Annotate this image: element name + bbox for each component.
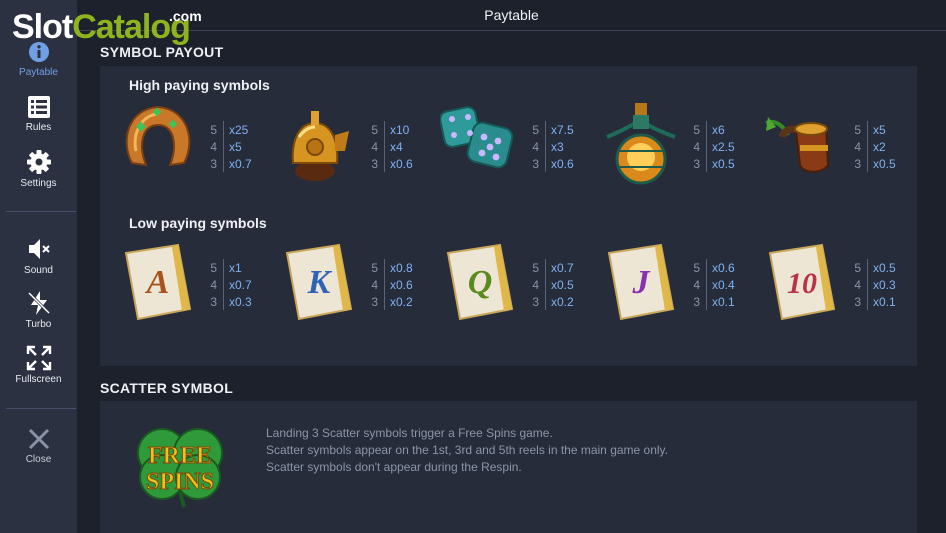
symbol-scroll-10: 10 5 x0.5 4 x0.3 3 x0.1 bbox=[744, 239, 904, 329]
sidebar-divider bbox=[6, 408, 76, 409]
gear-icon bbox=[26, 150, 51, 174]
symbol-scroll-q: Q 5 x0.7 4 x0.5 3 x0.2 bbox=[422, 239, 582, 329]
scatter-line: Scatter symbols appear on the 1st, 3rd a… bbox=[266, 443, 668, 457]
golden-helmet-icon bbox=[291, 111, 349, 181]
header: Paytable bbox=[77, 0, 946, 31]
svg-text:10: 10 bbox=[787, 267, 817, 300]
high-paying-title: High paying symbols bbox=[129, 77, 270, 93]
svg-text:J: J bbox=[632, 264, 651, 301]
scatter-line: Scatter symbols don't appear during the … bbox=[266, 460, 522, 474]
paytable-values: 5 x0.6 4 x0.4 3 x0.1 bbox=[693, 259, 735, 310]
scatter-description: Landing 3 Scatter symbols trigger a Free… bbox=[266, 425, 668, 476]
symbol-dice: 5 x7.5 4 x3 3 x0.6 bbox=[422, 101, 582, 191]
scroll-10-icon: 10 bbox=[768, 243, 836, 321]
scroll-a-icon: A bbox=[124, 243, 192, 321]
dice-icon bbox=[440, 106, 514, 169]
slotcatalog-watermark: SlotCatalog .com bbox=[12, 8, 202, 46]
svg-text:Q: Q bbox=[468, 264, 493, 301]
free-spins-clover-icon: FREE SPINS bbox=[137, 428, 223, 508]
sidebar-item-label: Settings bbox=[20, 178, 57, 189]
watermark-com: .com bbox=[169, 8, 202, 24]
paytable-values: 5 x6 4 x2.5 3 x0.5 bbox=[693, 121, 735, 172]
paytable-values: 5 x5 4 x2 3 x0.5 bbox=[854, 121, 896, 172]
sidebar-item-close[interactable]: Close bbox=[0, 427, 77, 465]
paytable-values: 5 x0.7 4 x0.5 3 x0.2 bbox=[532, 259, 574, 310]
svg-text:SPINS: SPINS bbox=[146, 469, 214, 495]
sidebar-item-label: Fullscreen bbox=[15, 374, 62, 385]
scroll-q-icon: Q bbox=[446, 243, 514, 321]
svg-text:A: A bbox=[145, 264, 170, 301]
symbol-horseshoe: 5 x25 4 x5 3 x0.7 bbox=[100, 101, 260, 191]
symbol-golden-helmet: 5 x10 4 x4 3 x0.6 bbox=[261, 101, 421, 191]
sidebar-item-turbo[interactable]: Turbo bbox=[0, 290, 77, 330]
scroll-k-icon: K bbox=[285, 243, 353, 321]
sidebar-item-sound[interactable]: Sound bbox=[0, 236, 77, 276]
symbol-scroll-j: J 5 x0.6 4 x0.4 3 x0.1 bbox=[583, 239, 743, 329]
svg-text:K: K bbox=[307, 264, 333, 301]
sidebar: Paytable Rules Settings Sound Turbo Full… bbox=[0, 0, 77, 533]
scatter-symbol-title: SCATTER SYMBOL bbox=[100, 380, 234, 396]
page-title: Paytable bbox=[484, 7, 539, 23]
sidebar-item-label: Turbo bbox=[25, 319, 52, 330]
paytable-values: 5 x10 4 x4 3 x0.6 bbox=[371, 121, 413, 172]
low-paying-title: Low paying symbols bbox=[129, 215, 267, 231]
sidebar-item-label: Rules bbox=[25, 122, 52, 133]
lightning-icon bbox=[27, 291, 50, 315]
symbol-scroll-a: A 5 x1 4 x0.7 3 x0.3 bbox=[100, 239, 260, 329]
paytable-values: 5 x25 4 x5 3 x0.7 bbox=[210, 121, 252, 172]
sidebar-item-label: Close bbox=[25, 454, 52, 465]
horseshoe-icon bbox=[125, 105, 191, 167]
potion-bottle-icon bbox=[606, 103, 676, 185]
scatter-line: Landing 3 Scatter symbols trigger a Free… bbox=[266, 426, 553, 440]
symbol-potion-bottle: 5 x6 4 x2.5 3 x0.5 bbox=[583, 101, 743, 191]
sidebar-item-label: Paytable bbox=[19, 67, 58, 78]
close-icon bbox=[28, 428, 49, 450]
paytable-values: 5 x7.5 4 x3 3 x0.6 bbox=[532, 121, 574, 172]
watermark-slot: Slot bbox=[12, 8, 73, 46]
sidebar-item-settings[interactable]: Settings bbox=[0, 149, 77, 189]
expand-icon bbox=[26, 345, 51, 371]
paytable-values: 5 x1 4 x0.7 3 x0.3 bbox=[210, 259, 252, 310]
symbol-scroll-k: K 5 x0.8 4 x0.6 3 x0.2 bbox=[261, 239, 421, 329]
paytable-values: 5 x0.5 4 x0.3 3 x0.1 bbox=[854, 259, 896, 310]
pipe-icon bbox=[765, 117, 830, 173]
symbol-pipe: 5 x5 4 x2 3 x0.5 bbox=[744, 101, 904, 191]
sidebar-divider bbox=[6, 211, 76, 212]
symbol-payout-title: SYMBOL PAYOUT bbox=[100, 44, 224, 60]
symbol-payout-panel: High paying symbols Low paying symbols 5… bbox=[100, 66, 917, 366]
speaker-muted-icon bbox=[28, 239, 50, 259]
sidebar-item-label: Sound bbox=[24, 265, 53, 276]
sidebar-item-rules[interactable]: Rules bbox=[0, 95, 77, 133]
sidebar-item-fullscreen[interactable]: Fullscreen bbox=[0, 345, 77, 385]
svg-text:FREE: FREE bbox=[148, 443, 212, 469]
scroll-j-icon: J bbox=[607, 243, 675, 321]
list-icon bbox=[27, 96, 50, 118]
paytable-values: 5 x0.8 4 x0.6 3 x0.2 bbox=[371, 259, 413, 310]
